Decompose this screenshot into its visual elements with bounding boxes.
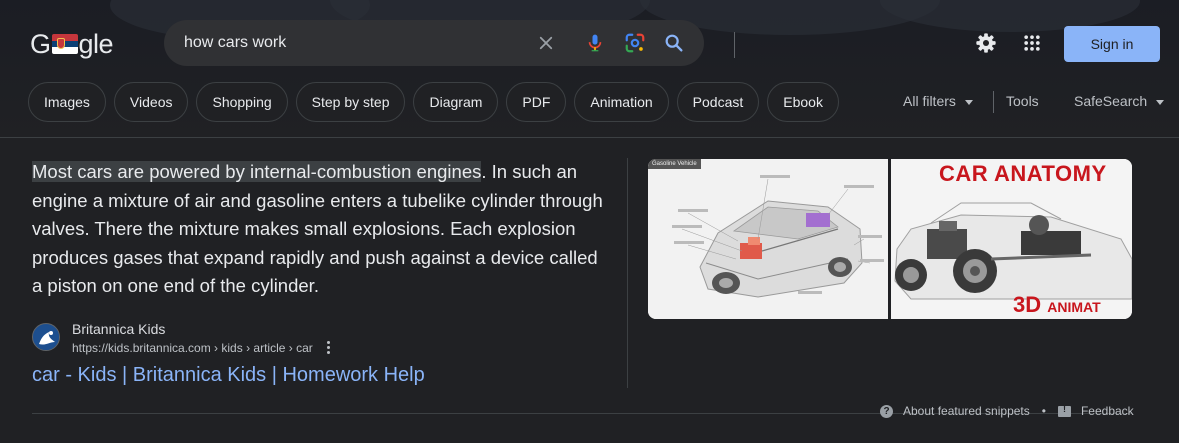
snippet-footer: ? About featured snippets • Feedback (880, 404, 1134, 418)
tools-label: Tools (1006, 93, 1039, 109)
more-options-icon[interactable] (324, 341, 332, 355)
apps-grid-icon[interactable] (1020, 31, 1044, 55)
source-url[interactable]: https://kids.britannica.com › kids › art… (72, 341, 313, 355)
chip-images[interactable]: Images (28, 82, 106, 122)
toolbar-divider (993, 91, 994, 113)
chip-videos[interactable]: Videos (113, 82, 189, 122)
help-icon: ? (880, 404, 893, 418)
chip-step-by-step[interactable]: Step by step (295, 82, 406, 122)
image-tag: Gasoline Vehicle (648, 159, 701, 169)
anatomy-sub-small: ANIMAT (1047, 299, 1101, 315)
search-divider (734, 32, 735, 58)
google-logo[interactable]: G gle (30, 28, 114, 60)
chevron-down-icon (964, 99, 973, 105)
source-name[interactable]: Britannica Kids (72, 321, 165, 337)
chip-podcast[interactable]: Podcast (676, 82, 760, 122)
lens-icon[interactable] (623, 31, 647, 55)
settings-gear-icon[interactable] (974, 31, 998, 55)
chevron-down-icon (1156, 99, 1165, 105)
tools-button[interactable]: Tools (1006, 93, 1039, 109)
car-diagram-image[interactable]: Gasoline Vehicle (648, 159, 888, 319)
result-title-link[interactable]: car - Kids | Britannica Kids | Homework … (32, 364, 425, 387)
safesearch-label: SafeSearch (1074, 93, 1148, 109)
car-anatomy-image[interactable]: CAR ANATOMY 3D ANIMAT (891, 159, 1132, 319)
britannica-favicon-icon (32, 323, 60, 351)
snippet-source: Britannica Kids https://kids.britannica.… (32, 321, 592, 362)
anatomy-sub-big: 3D (1013, 292, 1042, 317)
all-filters-dropdown[interactable]: All filters (903, 93, 973, 109)
clear-icon[interactable] (534, 31, 558, 55)
featured-snippet-text: Most cars are powered by internal-combus… (32, 158, 612, 301)
all-filters-label: All filters (903, 93, 956, 109)
filter-chips: Images Videos Shopping Step by step Diag… (28, 82, 839, 122)
snippet-highlight: Most cars are powered by internal-combus… (32, 161, 482, 182)
chip-shopping[interactable]: Shopping (196, 82, 288, 122)
footer-separator: • (1041, 404, 1046, 418)
search-input[interactable] (184, 20, 524, 66)
search-box (164, 20, 735, 66)
header: G gle how cars work Sign in Images Video… (0, 0, 1179, 138)
sign-in-button[interactable]: Sign in (1064, 26, 1160, 62)
car-diagram-illustration (648, 159, 888, 319)
chip-animation[interactable]: Animation (574, 82, 669, 122)
chip-pdf[interactable]: PDF (506, 82, 567, 122)
about-featured-snippets-link[interactable]: About featured snippets (903, 404, 1030, 418)
anatomy-subtitle: 3D ANIMAT (1013, 292, 1101, 318)
chip-ebook[interactable]: Ebook (767, 82, 839, 122)
feedback-link[interactable]: Feedback (1081, 404, 1134, 418)
snippet-images: Gasoline Vehicle CAR ANATOMY 3D ANIMAT (648, 159, 1132, 319)
anatomy-title: CAR ANATOMY (939, 161, 1107, 186)
safesearch-dropdown[interactable]: SafeSearch (1074, 93, 1165, 109)
search-icon[interactable] (662, 31, 686, 55)
serbia-flag-icon (51, 34, 78, 54)
column-divider (627, 158, 628, 388)
microphone-icon[interactable] (583, 31, 607, 55)
feedback-icon (1057, 404, 1071, 417)
chip-diagram[interactable]: Diagram (413, 82, 499, 122)
